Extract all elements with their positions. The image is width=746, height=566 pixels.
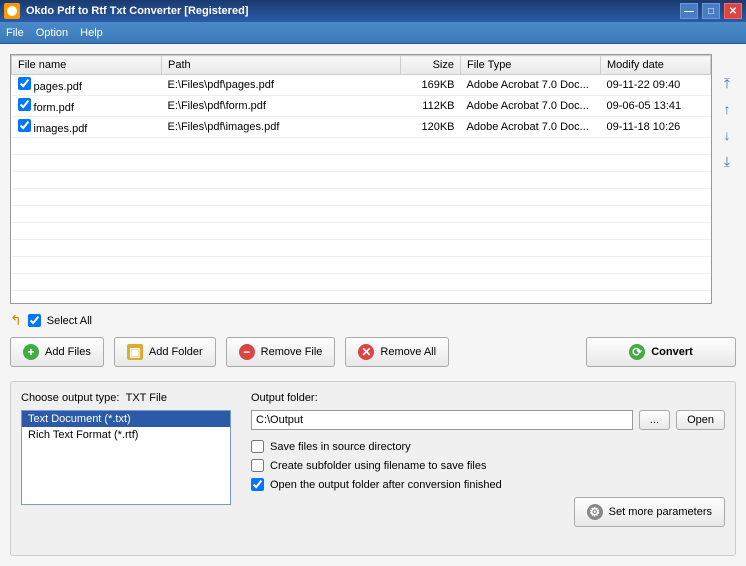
- table-row[interactable]: pages.pdfE:\Files\pdf\pages.pdf169KBAdob…: [12, 75, 711, 96]
- remove-file-button[interactable]: −Remove File: [226, 337, 336, 367]
- up-folder-icon[interactable]: ↰: [10, 312, 22, 329]
- menu-option[interactable]: Option: [36, 27, 68, 39]
- minus-icon: −: [239, 344, 255, 360]
- remove-all-button[interactable]: ✕Remove All: [345, 337, 449, 367]
- col-size[interactable]: Size: [401, 56, 461, 75]
- title-bar: Okdo Pdf to Rtf Txt Converter [Registere…: [0, 0, 746, 22]
- gear-icon: ⚙: [587, 504, 603, 520]
- create-subfolder-option[interactable]: Create subfolder using filename to save …: [251, 459, 725, 472]
- save-source-option[interactable]: Save files in source directory: [251, 440, 725, 453]
- maximize-button[interactable]: □: [702, 3, 720, 19]
- plus-icon: +: [23, 344, 39, 360]
- convert-icon: ⟳: [629, 344, 645, 360]
- open-folder-button[interactable]: Open: [676, 410, 725, 430]
- open-after-option[interactable]: Open the output folder after conversion …: [251, 478, 725, 491]
- window-title: Okdo Pdf to Rtf Txt Converter [Registere…: [26, 5, 680, 17]
- x-icon: ✕: [358, 344, 374, 360]
- move-top-icon[interactable]: ⤒: [718, 74, 736, 92]
- output-folder-label: Output folder:: [251, 392, 725, 404]
- select-all-label: Select All: [47, 315, 92, 327]
- browse-button[interactable]: ...: [639, 410, 670, 430]
- table-row[interactable]: form.pdfE:\Files\pdf\form.pdf112KBAdobe …: [12, 96, 711, 117]
- output-type-label: Choose output type: TXT File: [21, 392, 231, 404]
- add-folder-button[interactable]: ▣Add Folder: [114, 337, 216, 367]
- table-row[interactable]: images.pdfE:\Files\pdf\images.pdf120KBAd…: [12, 117, 711, 138]
- convert-button[interactable]: ⟳Convert: [586, 337, 736, 367]
- menu-help[interactable]: Help: [80, 27, 103, 39]
- set-more-parameters-button[interactable]: ⚙Set more parameters: [574, 497, 725, 527]
- minimize-button[interactable]: —: [680, 3, 698, 19]
- move-bottom-icon[interactable]: ⤓: [718, 152, 736, 170]
- col-modifydate[interactable]: Modify date: [601, 56, 711, 75]
- folder-icon: ▣: [127, 344, 143, 360]
- col-path[interactable]: Path: [162, 56, 401, 75]
- row-checkbox[interactable]: [18, 119, 31, 132]
- output-type-list[interactable]: Text Document (*.txt) Rich Text Format (…: [21, 410, 231, 505]
- col-filetype[interactable]: File Type: [461, 56, 601, 75]
- app-logo-icon: [4, 3, 20, 19]
- col-filename[interactable]: File name: [12, 56, 162, 75]
- menu-bar: File Option Help: [0, 22, 746, 44]
- row-checkbox[interactable]: [18, 77, 31, 90]
- output-folder-input[interactable]: [251, 410, 633, 430]
- close-button[interactable]: ✕: [724, 3, 742, 19]
- menu-file[interactable]: File: [6, 27, 24, 39]
- add-files-button[interactable]: +Add Files: [10, 337, 104, 367]
- reorder-buttons: ⤒ ↑ ↓ ⤓: [718, 54, 736, 304]
- select-all-checkbox[interactable]: [28, 314, 41, 327]
- type-txt[interactable]: Text Document (*.txt): [22, 411, 230, 427]
- move-up-icon[interactable]: ↑: [718, 100, 736, 118]
- move-down-icon[interactable]: ↓: [718, 126, 736, 144]
- type-rtf[interactable]: Rich Text Format (*.rtf): [22, 427, 230, 443]
- row-checkbox[interactable]: [18, 98, 31, 111]
- file-list-table[interactable]: File name Path Size File Type Modify dat…: [10, 54, 712, 304]
